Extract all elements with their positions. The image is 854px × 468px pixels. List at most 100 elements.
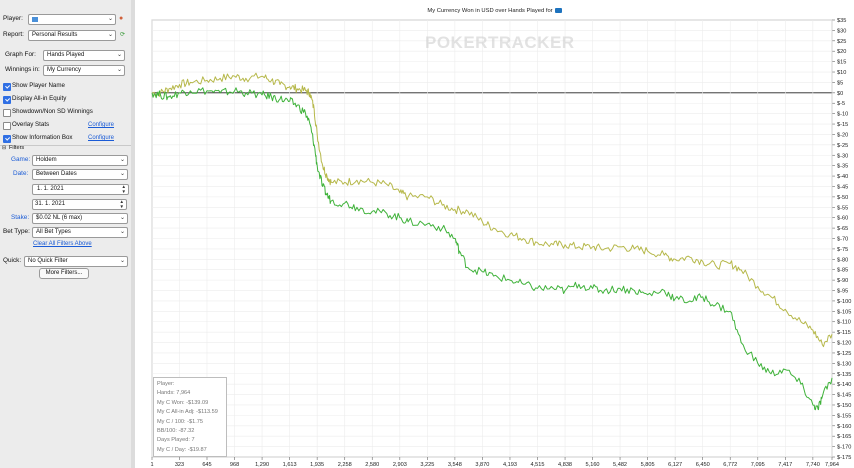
player-select[interactable]: ⌄ [28, 14, 116, 25]
date-select[interactable]: Between Dates ⌄ [32, 169, 128, 180]
checkbox[interactable] [3, 96, 11, 104]
x-tick-label: 5,482 [613, 462, 627, 468]
game-row: Game: Holdem ⌄ [0, 154, 131, 166]
y-tick-label: $15 [837, 60, 846, 66]
y-tick-label: $0 [837, 91, 843, 97]
game-value: Holdem [36, 157, 57, 163]
chevron-down-icon: ⌄ [119, 215, 125, 221]
y-tick-label: $-115 [837, 330, 851, 336]
date-from-field[interactable]: 1. 1. 2021 ▲ ▼ [32, 184, 129, 195]
chevron-down-icon: ⌄ [119, 171, 125, 177]
checkbox[interactable] [3, 109, 11, 117]
y-tick-label: $-155 [837, 413, 851, 419]
y-tick-label: $-90 [837, 278, 848, 284]
info-line: My C / Day: -$19.87 [157, 446, 207, 453]
x-tick-label: 2,580 [365, 462, 379, 468]
x-tick-label: 2,903 [393, 462, 407, 468]
chevron-down-icon: ⌄ [116, 67, 122, 73]
date-from-row: 1. 1. 2021 ▲ ▼ [0, 183, 131, 195]
information-box: Player: Hands: 7,964 My C Won: -$139.09 … [153, 377, 227, 457]
refresh-icon[interactable]: ⟳ [120, 31, 125, 38]
date-label[interactable]: Date: [13, 168, 28, 180]
chart-title-text: My Currency Won in USD over Hands Played… [427, 8, 553, 14]
player-site-icon [32, 17, 38, 22]
y-tick-label: $-70 [837, 237, 848, 243]
y-tick-label: $-175 [837, 455, 851, 461]
player-label: Player: [3, 15, 23, 22]
x-tick-label: 968 [230, 462, 239, 468]
y-tick-label: $25 [837, 39, 846, 45]
graph-for-row: Graph For: Hands Played ⌄ [0, 49, 131, 61]
stepper-icon[interactable]: ▲ ▼ [122, 184, 126, 194]
x-tick-label: 5,805 [641, 462, 655, 468]
option-showdown-winnings[interactable]: Showdown/Non SD Winnings [0, 106, 131, 118]
y-tick-label: $-25 [837, 143, 848, 149]
winnings-in-label: Winnings in: [5, 66, 40, 73]
y-tick-label: $-130 [837, 361, 851, 367]
quick-filter-select[interactable]: No Quick Filter ⌄ [24, 256, 128, 267]
bet-type-value: All Bet Types [36, 229, 71, 235]
x-tick-label: 7,095 [751, 462, 765, 468]
collapse-icon: ⊟ [2, 145, 7, 151]
y-tick-label: $-120 [837, 341, 851, 347]
x-tick-label: 6,772 [723, 462, 737, 468]
configure-overlay-link[interactable]: Configure [88, 119, 114, 131]
more-filters-button[interactable]: More Filters... [39, 268, 89, 279]
info-line: My C All-in Adj: -$113.59 [157, 409, 218, 416]
info-line: Hands: 7,964 [157, 390, 191, 397]
y-tick-label: $-80 [837, 257, 848, 263]
date-to-field[interactable]: 31. 1. 2021 ▲ ▼ [32, 199, 127, 210]
stake-label[interactable]: Stake: [11, 212, 29, 224]
y-tick-label: $-145 [837, 393, 851, 399]
option-overlay-stats[interactable]: Overlay Stats Configure [0, 119, 131, 131]
info-line: My C / 100: -$1.75 [157, 418, 204, 425]
y-tick-label: $-85 [837, 268, 848, 274]
quick-filter-value: No Quick Filter [28, 258, 68, 264]
x-tick-label: 1,613 [283, 462, 297, 468]
filters-header[interactable]: ⊟ Filters [0, 143, 131, 153]
winnings-in-select[interactable]: My Currency ⌄ [43, 65, 125, 76]
checkbox[interactable] [3, 135, 11, 143]
info-line: Days Played: 7 [157, 437, 195, 444]
stepper-icon[interactable]: ▲ ▼ [120, 199, 124, 209]
chart-title: My Currency Won in USD over Hands Played… [135, 8, 854, 14]
game-label[interactable]: Game: [11, 154, 30, 166]
y-tick-label: $-160 [837, 424, 851, 430]
graph-for-value: Hands Played [47, 52, 85, 58]
y-tick-label: $-30 [837, 153, 848, 159]
info-line: BB/100: -87.32 [157, 428, 195, 435]
report-select[interactable]: Personal Results ⌄ [28, 30, 116, 41]
x-tick-label: 3,225 [420, 462, 434, 468]
y-tick-label: $-165 [837, 434, 851, 440]
option-show-player-name[interactable]: Show Player Name [0, 80, 131, 92]
stake-select[interactable]: $0.02 NL (6 max) ⌄ [32, 213, 128, 224]
y-tick-label: $-35 [837, 164, 848, 170]
graph-for-select[interactable]: Hands Played ⌄ [43, 50, 125, 61]
option-display-allin-equity[interactable]: Display All-in Equity [0, 93, 131, 105]
checkbox[interactable] [3, 83, 11, 91]
chevron-down-icon: ⌄ [119, 229, 125, 235]
bet-type-row: Bet Type: All Bet Types ⌄ [0, 226, 131, 238]
clear-filters-link[interactable]: Clear All Filters Above [33, 238, 92, 250]
report-row: Report: Personal Results ⌄ ⟳ [0, 29, 131, 41]
checkbox[interactable] [3, 122, 11, 130]
x-tick-label: 3,870 [475, 462, 489, 468]
y-tick-label: $5 [837, 80, 843, 86]
player-avatar-icon[interactable]: ● [119, 15, 123, 22]
y-tick-label: $-95 [837, 289, 848, 295]
bet-type-select[interactable]: All Bet Types ⌄ [32, 227, 128, 238]
y-tick-label: $-45 [837, 184, 848, 190]
y-tick-label: $-150 [837, 403, 851, 409]
y-tick-label: $-40 [837, 174, 848, 180]
game-select[interactable]: Holdem ⌄ [32, 155, 128, 166]
x-tick-label: 7,740 [806, 462, 820, 468]
x-tick-label: 323 [175, 462, 184, 468]
report-label: Report: [3, 31, 24, 38]
clear-filters-row: Clear All Filters Above [0, 238, 131, 250]
quick-row: Quick: No Quick Filter ⌄ [0, 255, 131, 267]
y-tick-label: $30 [837, 28, 846, 34]
quick-label: Quick: [3, 257, 22, 264]
x-tick-label: 6,127 [668, 462, 682, 468]
x-tick-label: 6,450 [696, 462, 710, 468]
line-chart: $35 $30 $25 $20 $15 $10 $5 $0 $-5 $-10 $-15 $-20 $-2… [150, 18, 851, 468]
